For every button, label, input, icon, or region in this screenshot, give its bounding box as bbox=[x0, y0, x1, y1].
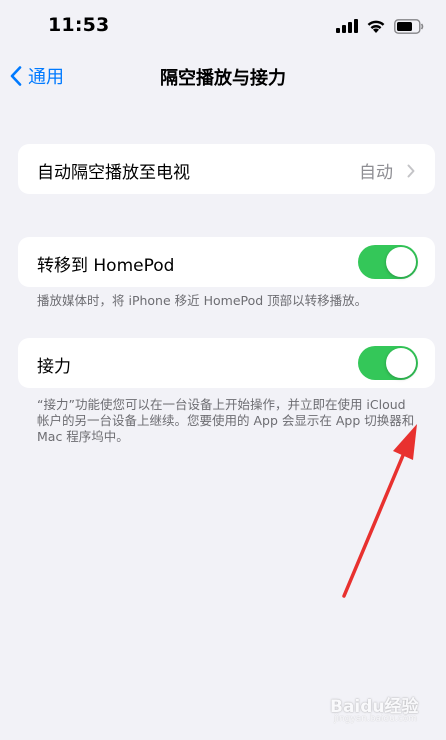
nav-bar: 通用 隔空播放与接力 bbox=[0, 52, 446, 100]
status-bar: 11:53 bbox=[0, 0, 446, 50]
handoff-toggle[interactable] bbox=[358, 346, 418, 380]
status-time: 11:53 bbox=[48, 14, 110, 36]
chevron-right-icon bbox=[407, 164, 415, 177]
battery-icon bbox=[394, 18, 424, 34]
homepod-transfer-label: 转移到 HomePod bbox=[37, 256, 175, 276]
status-icons bbox=[336, 17, 424, 35]
homepod-transfer-footnote: 播放媒体时，将 iPhone 移近 HomePod 顶部以转移播放。 bbox=[37, 293, 368, 308]
handoff-footnote: “接力”功能使您可以在一台设备上开始操作，并立即在使用 iCloud 帐户的另一… bbox=[37, 397, 415, 444]
watermark: Baidu经验 jingyan.baidu.com bbox=[330, 688, 422, 728]
page-title: 隔空播放与接力 bbox=[160, 68, 286, 89]
airplay-auto-row[interactable]: 自动隔空播放至电视 自动 bbox=[18, 144, 435, 194]
airplay-auto-value[interactable]: 自动 bbox=[359, 158, 415, 183]
wifi-icon bbox=[367, 20, 385, 33]
airplay-auto-label: 自动隔空播放至电视 bbox=[37, 163, 190, 183]
handoff-label: 接力 bbox=[37, 357, 71, 377]
toggle-knob bbox=[386, 247, 416, 277]
homepod-transfer-toggle[interactable] bbox=[358, 245, 418, 279]
handoff-row: 接力 bbox=[18, 338, 435, 388]
airplay-auto-value-text: 自动 bbox=[359, 163, 393, 183]
homepod-transfer-row: 转移到 HomePod bbox=[18, 237, 435, 287]
signal-icon bbox=[336, 19, 358, 33]
toggle-knob bbox=[386, 348, 416, 378]
watermark-sub: jingyan.baidu.com bbox=[334, 714, 418, 724]
